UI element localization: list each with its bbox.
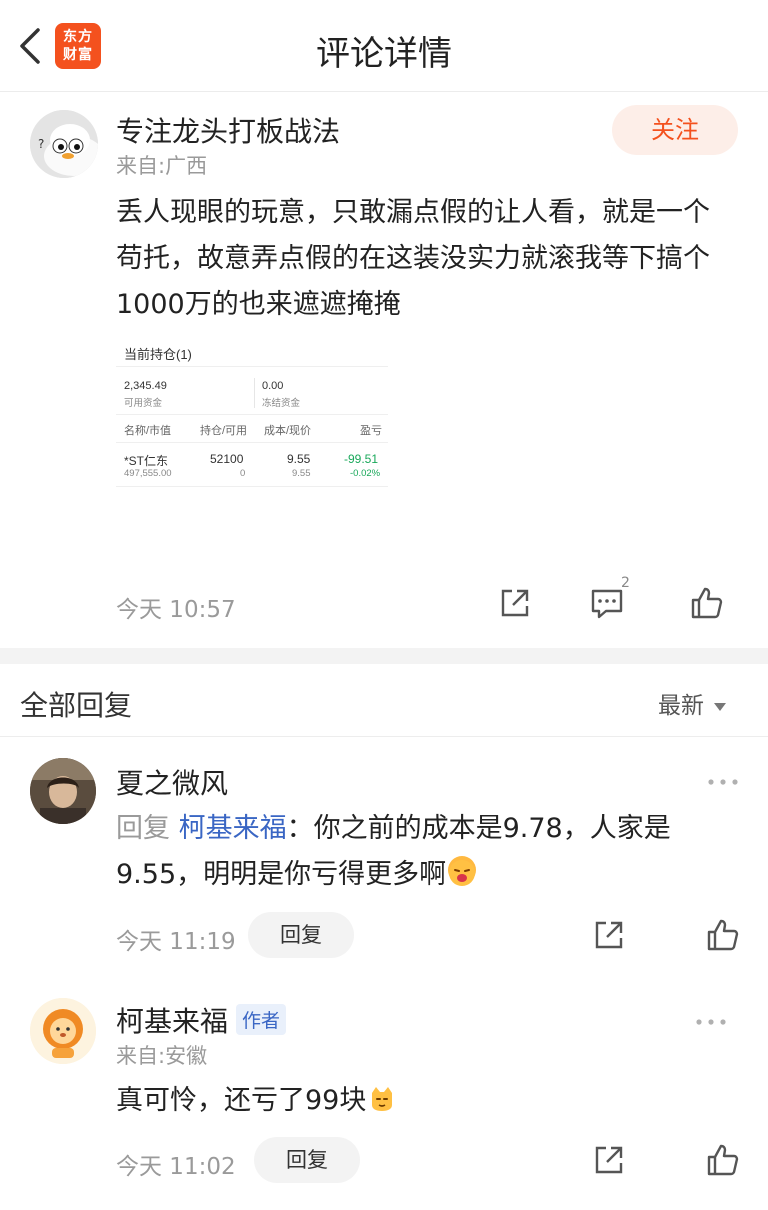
reply-username[interactable]: 夏之微风 [116, 762, 228, 802]
post-username[interactable]: 专注龙头打板战法 [116, 110, 340, 150]
divider [116, 486, 388, 487]
frozen-value: 0.00 [262, 380, 284, 392]
more-icon[interactable] [695, 1011, 727, 1025]
reply-colon: ： [286, 813, 314, 844]
reply-text: 真可怜，还亏了99块 [116, 1078, 746, 1124]
avatar[interactable] [30, 758, 96, 824]
chevron-down-icon [714, 702, 726, 711]
smiling-emoji-icon [448, 856, 477, 886]
page-title: 评论详情 [316, 34, 452, 74]
divider [254, 378, 255, 408]
card-title: 当前持仓(1) [124, 347, 192, 362]
reply-button[interactable]: 回复 [254, 1137, 360, 1183]
reply-button[interactable]: 回复 [248, 912, 354, 958]
share-icon[interactable] [592, 1143, 626, 1181]
reply-username: 柯基来福 作者 [116, 1000, 287, 1040]
stock-available: 0 [240, 468, 246, 479]
like-icon[interactable] [706, 1143, 740, 1181]
author-badge: 作者 [236, 1004, 287, 1035]
like-icon[interactable] [690, 586, 724, 624]
stock-market-value: 497,555.00 [124, 468, 172, 479]
stock-holding: 52100 [210, 452, 244, 466]
divider [116, 442, 388, 443]
holdings-image[interactable]: 当前持仓(1) 2,345.49 可用资金 0.00 冻结资金 名称/市值 持仓… [116, 338, 388, 490]
divider [116, 414, 388, 415]
avatar[interactable] [30, 998, 96, 1064]
svg-text:?: ? [38, 137, 44, 151]
post-location: 来自:广西 [116, 154, 208, 178]
reply-text: 回复 柯基来福：你之前的成本是9.78，人家是9.55，明明是你亏得更多啊 [116, 806, 746, 898]
col-header-cost: 成本/现价 [264, 425, 312, 437]
reply-prefix: 回复 [116, 813, 170, 844]
reply-username-text[interactable]: 柯基来福 [116, 1005, 228, 1038]
like-icon[interactable] [706, 918, 740, 956]
post-text: 丢人现眼的玩意，只敢漏点假的让人看，就是一个苟托，故意弄点假的在这装没实力就滚我… [116, 197, 710, 320]
stock-name: *ST仁东 [124, 454, 169, 468]
comment-count-badge: 2 [621, 575, 630, 591]
col-header-name: 名称/市值 [124, 425, 172, 437]
stock-pnl: -99.51 [344, 452, 379, 466]
post-time: 今天 10:57 [116, 597, 236, 623]
comment-icon[interactable] [590, 586, 624, 624]
reply-time: 今天 11:19 [116, 929, 236, 955]
top-bar: 东方 财富 评论详情 [0, 0, 768, 92]
avatar[interactable]: ? [30, 110, 98, 178]
col-header-pnl: 盈亏 [360, 425, 382, 437]
frozen-label: 冻结资金 [262, 398, 301, 409]
sort-label: 最新 [658, 693, 704, 719]
follow-button[interactable]: 关注 [612, 105, 738, 155]
reply-body: 真可怜，还亏了99块 [116, 1085, 367, 1116]
divider [0, 736, 768, 737]
stock-cost: 9.55 [287, 452, 311, 466]
col-header-holding: 持仓/可用 [200, 425, 248, 437]
reply-to-link[interactable]: 柯基来福 [179, 813, 287, 844]
stock-price: 9.55 [292, 468, 311, 479]
share-icon[interactable] [498, 586, 532, 624]
reply-location: 来自:安徽 [116, 1044, 208, 1068]
section-separator [0, 648, 768, 664]
divider [116, 366, 388, 367]
share-icon[interactable] [592, 918, 626, 956]
replies-section-title: 全部回复 [20, 689, 133, 722]
reply-time: 今天 11:02 [116, 1154, 236, 1180]
cat-emoji-icon [368, 1082, 396, 1111]
more-icon[interactable] [707, 771, 739, 785]
sort-dropdown[interactable]: 最新 [658, 686, 726, 720]
available-value: 2,345.49 [124, 380, 167, 392]
available-label: 可用资金 [124, 398, 163, 409]
stock-pnl-percent: -0.02% [350, 468, 381, 479]
